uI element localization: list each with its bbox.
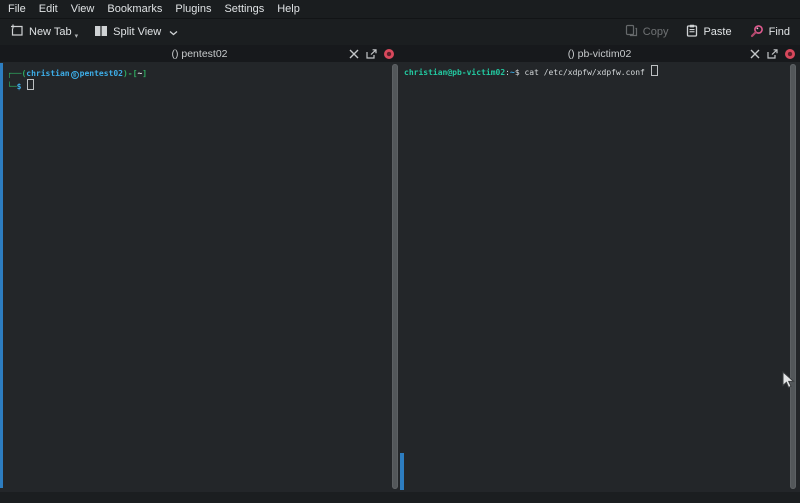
terminal-pb-victim02[interactable]: christian@pb-victim02:~$ cat /etc/xdpfw/… [399,62,800,492]
maximize-view-icon[interactable] [348,48,359,59]
terminal-cursor [651,65,658,76]
menu-edit[interactable]: Edit [39,3,58,15]
menu-help[interactable]: Help [277,3,300,15]
pane-pentest02: () pentest02 ┌──(christian@pentest02)-[~… [0,45,399,492]
menu-bookmarks[interactable]: Bookmarks [107,3,162,15]
copy-button[interactable]: Copy [625,24,669,40]
find-icon [750,24,764,41]
menu-file[interactable]: File [8,3,26,15]
terminal-pentest02[interactable]: ┌──(christian@pentest02)-[~]└─$ [0,62,399,492]
copy-icon [625,24,638,40]
new-tab-icon [10,24,24,40]
detach-view-icon[interactable] [366,48,377,59]
split-view-container: () pentest02 ┌──(christian@pentest02)-[~… [0,45,800,492]
new-tab-label: New Tab [29,26,72,38]
recent-lines-indicator-bar [400,453,404,490]
menu-view[interactable]: View [71,3,95,15]
pane-header-actions [348,45,394,62]
pane-pb-victim02: () pb-victim02 christian@pb-victim02:~$ … [399,45,800,492]
close-view-button[interactable] [785,49,795,59]
menu-settings[interactable]: Settings [224,3,264,15]
toolbar: New Tab ▾ Split View Copy [0,19,800,46]
paste-label: Paste [703,26,731,38]
pane-header-pentest02[interactable]: () pentest02 [0,45,399,62]
terminal-output-left: ┌──(christian@pentest02)-[~]└─$ [0,62,399,492]
close-view-button[interactable] [384,49,394,59]
pane-title: () pb-victim02 [568,48,632,60]
terminal-output-right: christian@pb-victim02:~$ cat /etc/xdpfw/… [399,62,800,492]
konsole-window: File Edit View Bookmarks Plugins Setting… [0,0,800,503]
find-button[interactable]: Find [750,24,790,41]
scrollbar-left-pane[interactable] [392,64,398,489]
pane-header-pb-victim02[interactable]: () pb-victim02 [399,45,800,62]
new-tab-button[interactable]: New Tab ▾ [10,24,78,40]
paste-icon [686,24,698,40]
scrollbar-right-pane[interactable] [790,64,796,489]
pane-header-actions [749,45,795,62]
menubar: File Edit View Bookmarks Plugins Setting… [0,0,800,19]
detach-view-icon[interactable] [767,48,778,59]
menu-plugins[interactable]: Plugins [175,3,211,15]
maximize-view-icon[interactable] [749,48,760,59]
new-tab-submenu-caret-icon: ▾ [75,32,79,40]
terminal-cursor [27,79,34,90]
toolbar-right-group: Copy Paste Find [607,24,790,41]
chevron-down-icon [169,30,178,36]
paste-button[interactable]: Paste [686,24,731,40]
find-label: Find [769,26,790,38]
split-view-button[interactable]: Split View [94,25,178,40]
copy-label: Copy [643,26,669,38]
split-view-icon [94,25,108,40]
pane-title: () pentest02 [171,48,227,60]
split-view-label: Split View [113,26,161,38]
